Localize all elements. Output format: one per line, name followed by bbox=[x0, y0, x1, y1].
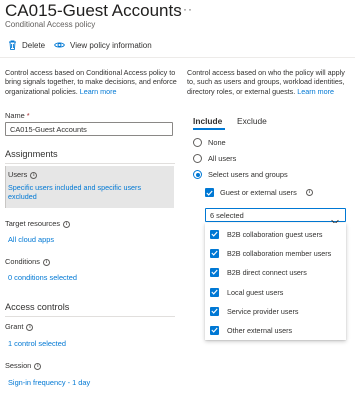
delete-label: Delete bbox=[22, 40, 46, 50]
radio-select-users-and-groups[interactable]: Select users and groups bbox=[193, 170, 288, 179]
assignments-heading: Assignments bbox=[5, 149, 58, 159]
session-link[interactable]: Sign-in frequency - 1 day bbox=[8, 378, 90, 387]
grant-label: Grant i bbox=[5, 322, 34, 331]
radio-button[interactable] bbox=[193, 154, 202, 163]
view-policy-information-button[interactable]: View policy information bbox=[54, 39, 152, 51]
dropdown-option-b2b-guest[interactable]: B2B collaboration guest users bbox=[210, 227, 323, 241]
active-tab-indicator bbox=[193, 128, 225, 130]
radio-all-users-label: All users bbox=[208, 154, 237, 163]
info-icon[interactable]: i bbox=[305, 189, 313, 196]
dropdown-option-b2b-direct[interactable]: B2B direct connect users bbox=[210, 265, 307, 279]
dropdown-option-local-guest[interactable]: Local guest users bbox=[210, 285, 283, 299]
delete-button[interactable]: Delete bbox=[8, 39, 45, 51]
checkbox-checked-icon[interactable] bbox=[210, 229, 219, 239]
trash-icon bbox=[8, 40, 17, 50]
guest-types-dropdown-value: 6 selected bbox=[210, 211, 244, 220]
session-label-text: Session bbox=[5, 361, 32, 370]
guest-types-dropdown-list: B2B collaboration guest users B2B collab… bbox=[205, 223, 346, 340]
grant-label-text: Grant bbox=[5, 322, 24, 331]
tab-include[interactable]: Include bbox=[193, 116, 222, 126]
users-label: Users i bbox=[8, 170, 38, 179]
users-assignment[interactable]: Users i Specific users included and speci… bbox=[5, 166, 174, 208]
policy-name-input[interactable] bbox=[5, 122, 173, 136]
checkbox-checked-icon[interactable] bbox=[210, 306, 219, 316]
grant-link[interactable]: 1 control selected bbox=[8, 339, 66, 348]
name-label-text: Name bbox=[5, 111, 25, 120]
dropdown-option-b2b-member[interactable]: B2B collaboration member users bbox=[210, 246, 331, 260]
radio-all-users[interactable]: All users bbox=[193, 154, 236, 163]
policy-description: Control access based on Conditional Acce… bbox=[5, 68, 177, 96]
page-title: CA015-Guest Accounts bbox=[5, 1, 182, 20]
policy-learn-more-link[interactable]: Learn more bbox=[80, 87, 117, 96]
header-divider bbox=[0, 57, 355, 58]
checkbox-checked-icon[interactable] bbox=[210, 325, 219, 335]
assignments-divider bbox=[5, 163, 175, 164]
info-icon[interactable]: i bbox=[42, 258, 50, 266]
radio-none[interactable]: None bbox=[193, 138, 226, 147]
session-label: Session i bbox=[5, 361, 42, 370]
dropdown-option-label: Service provider users bbox=[227, 306, 299, 316]
users-value[interactable]: Specific users included and specific use… bbox=[8, 183, 168, 202]
access-controls-heading: Access controls bbox=[5, 302, 70, 312]
view-policy-information-label: View policy information bbox=[70, 40, 152, 50]
eye-icon bbox=[54, 41, 65, 49]
target-resources-link[interactable]: All cloud apps bbox=[8, 235, 54, 244]
checkbox-checked-icon[interactable] bbox=[210, 287, 219, 297]
required-marker: * bbox=[26, 111, 30, 120]
checkbox-checked-icon[interactable] bbox=[210, 267, 219, 277]
info-icon[interactable]: i bbox=[63, 220, 71, 228]
info-icon[interactable]: i bbox=[34, 362, 42, 370]
conditions-label-text: Conditions bbox=[5, 257, 40, 266]
radio-select-users-label: Select users and groups bbox=[208, 170, 288, 179]
conditions-label: Conditions i bbox=[5, 257, 50, 266]
conditions-link[interactable]: 0 conditions selected bbox=[8, 273, 77, 282]
dropdown-option-label: B2B direct connect users bbox=[227, 267, 307, 277]
info-icon[interactable]: i bbox=[26, 323, 34, 331]
users-learn-more-link[interactable]: Learn more bbox=[297, 87, 334, 96]
guest-or-external-users-checkbox[interactable]: Guest or external users i bbox=[205, 188, 313, 197]
radio-none-label: None bbox=[208, 138, 226, 147]
tab-exclude[interactable]: Exclude bbox=[237, 116, 267, 126]
users-description: Control access based on who the policy w… bbox=[187, 68, 353, 96]
radio-button[interactable] bbox=[193, 138, 202, 147]
dropdown-option-service-provider[interactable]: Service provider users bbox=[210, 304, 299, 318]
dropdown-option-other-external[interactable]: Other external users bbox=[210, 323, 292, 337]
target-resources-label-text: Target resources bbox=[5, 219, 61, 228]
target-resources-label: Target resources i bbox=[5, 219, 71, 228]
checkbox-checked-icon[interactable] bbox=[205, 188, 214, 197]
dropdown-option-label: B2B collaboration guest users bbox=[227, 229, 323, 239]
dropdown-option-label: Other external users bbox=[227, 325, 293, 335]
selection-indicator bbox=[5, 166, 6, 208]
access-controls-divider bbox=[5, 316, 175, 317]
radio-button-selected[interactable] bbox=[193, 170, 202, 179]
info-icon[interactable]: i bbox=[30, 171, 38, 179]
more-options-icon[interactable]: ··· bbox=[178, 2, 193, 16]
checkbox-checked-icon[interactable] bbox=[210, 248, 219, 258]
dropdown-option-label: Local guest users bbox=[227, 287, 284, 297]
page-subtitle: Conditional Access policy bbox=[5, 20, 96, 29]
dropdown-option-label: B2B collaboration member users bbox=[227, 248, 332, 258]
name-label: Name * bbox=[5, 111, 30, 120]
guest-types-dropdown[interactable]: 6 selected bbox=[205, 208, 346, 225]
guest-or-external-users-label: Guest or external users bbox=[220, 188, 297, 197]
users-label-text: Users bbox=[8, 170, 28, 179]
